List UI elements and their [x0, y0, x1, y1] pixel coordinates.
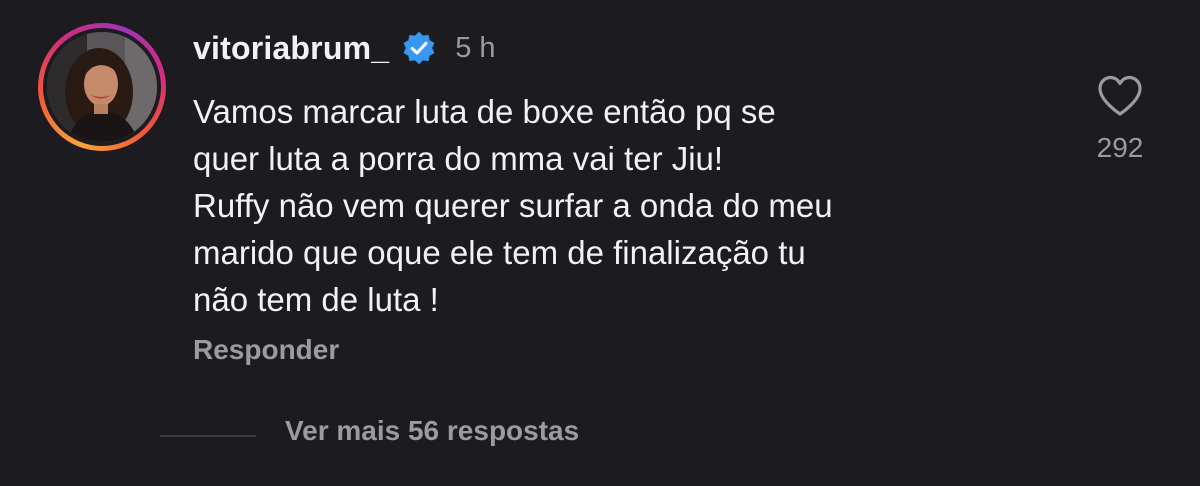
reply-button[interactable]: Responder: [193, 334, 339, 366]
username[interactable]: vitoriabrum_: [193, 30, 389, 67]
like-count: 292: [1096, 132, 1144, 163]
avatar[interactable]: [47, 32, 157, 142]
avatar-image: [47, 32, 157, 142]
heart-outline-icon[interactable]: [1096, 74, 1144, 118]
view-more-replies-button[interactable]: Ver mais 56 respostas: [285, 415, 579, 447]
story-ring[interactable]: [38, 23, 166, 151]
verified-badge-icon: [401, 30, 437, 66]
comment-text: Vamos marcar luta de boxe então pq se qu…: [193, 93, 833, 318]
comment-item: vitoriabrum_ 5 h Vamos marcar luta de bo…: [0, 0, 1200, 486]
replies-divider: [160, 435, 256, 437]
comment-header: vitoriabrum_ 5 h: [193, 25, 496, 71]
comment-timestamp: 5 h: [455, 31, 496, 64]
